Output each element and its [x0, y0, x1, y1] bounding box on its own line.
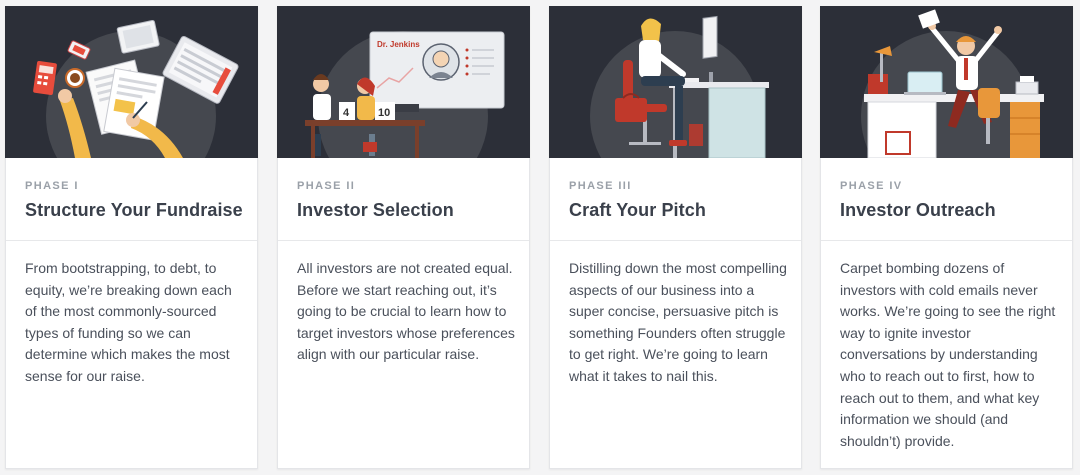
score-left: 4 — [343, 107, 350, 119]
phase-label: PHASE III — [569, 180, 632, 192]
phase-card-2: Dr. Jenkins 4 10 PHASE II Investor Selec… — [277, 6, 530, 469]
phases-grid: PHASE I Structure Your Fundraise From bo… — [0, 0, 1080, 475]
screen-name-label: Dr. Jenkins — [377, 40, 420, 49]
card-description: From bootstrapping, to debt, to equity, … — [25, 260, 232, 384]
card-header: PHASE I Structure Your Fundraise — [6, 158, 257, 241]
card-description: All investors are not created equal. Bef… — [297, 260, 515, 363]
phase-card-4: PHASE IV Investor Outreach Carpet bombin… — [820, 6, 1073, 469]
phase-card-1: PHASE I Structure Your Fundraise From bo… — [5, 6, 258, 469]
desk-documents-illustration — [5, 6, 258, 158]
phase-label: PHASE IV — [840, 180, 903, 192]
card-header: PHASE III Craft Your Pitch — [550, 158, 801, 241]
phase-label: PHASE I — [25, 180, 79, 192]
phase-label: PHASE II — [297, 180, 356, 192]
card-title: Investor Outreach — [840, 200, 996, 220]
score-right: 10 — [378, 107, 390, 119]
outreach-office-illustration — [820, 6, 1073, 158]
card-header: PHASE IV Investor Outreach — [821, 158, 1072, 241]
investor-selection-illustration: Dr. Jenkins 4 10 — [277, 6, 530, 158]
card-description: Carpet bombing dozens of investors with … — [840, 260, 1056, 449]
card-title: Investor Selection — [297, 200, 454, 220]
card-description: Distilling down the most compelling aspe… — [569, 260, 787, 384]
card-header: PHASE II Investor Selection — [278, 158, 529, 241]
card-title: Craft Your Pitch — [569, 200, 706, 220]
phase-card-3: PHASE III Craft Your Pitch Distilling do… — [549, 6, 802, 469]
pitch-desk-illustration — [549, 6, 802, 158]
card-title: Structure Your Fundraise — [25, 200, 243, 220]
